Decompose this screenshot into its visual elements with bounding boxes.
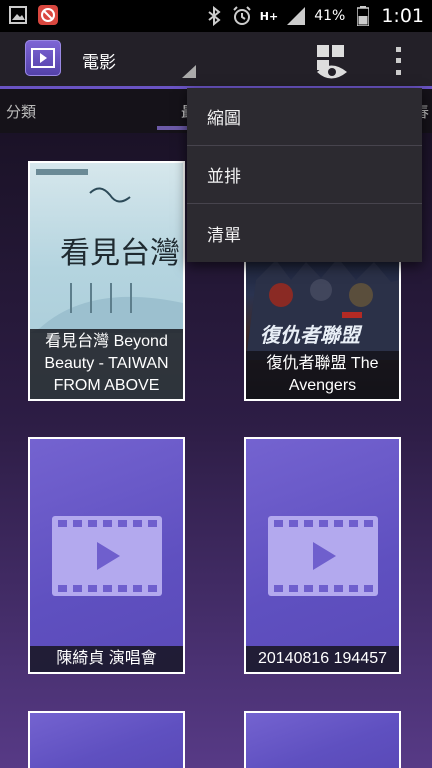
video-title: 復仇者聯盟 The Avengers [246, 351, 399, 399]
video-thumbnail-icon [268, 516, 378, 596]
poster-title-text: 看見台灣 [60, 236, 180, 271]
poster-artwork: 復仇者聯盟 [246, 258, 399, 360]
battery-icon [353, 6, 373, 26]
battery-percent: 41% [314, 8, 346, 24]
video-card-taiwan[interactable]: 看見台灣 看見台灣 Beyond Beauty - TAIWAN FROM AB… [28, 161, 185, 401]
menu-item-list[interactable]: 清單 [187, 204, 422, 262]
video-card-partial[interactable] [28, 711, 185, 768]
poster-artwork: 看見台灣 [30, 169, 183, 333]
video-card-concert[interactable]: 陳綺貞 演唱會 [28, 437, 185, 674]
video-title: 20140816 194457 [246, 646, 399, 672]
action-bar: 電影 [0, 32, 432, 88]
bluetooth-icon [204, 6, 224, 26]
network-type-label: H+ [259, 9, 279, 23]
title-dropdown-icon[interactable] [182, 65, 196, 78]
video-title: 看見台灣 Beyond Beauty - TAIWAN FROM ABOVE [30, 329, 183, 399]
video-card-partial[interactable] [244, 711, 401, 768]
video-card-avengers[interactable]: 復仇者聯盟 復仇者聯盟 The Avengers [244, 248, 401, 401]
signal-icon [286, 6, 306, 26]
tab-category[interactable]: 分類 [6, 101, 36, 122]
gallery-icon [8, 5, 28, 25]
overflow-menu-icon[interactable] [388, 44, 408, 78]
video-title: 陳綺貞 演唱會 [30, 646, 183, 672]
video-app-icon[interactable] [25, 40, 61, 76]
alarm-icon [232, 6, 252, 26]
view-mode-menu: 縮圖 並排 清單 [187, 88, 422, 262]
poster-title-text: 復仇者聯盟 [260, 323, 363, 347]
status-bar: H+ 41% 1:01 [0, 0, 432, 32]
menu-item-thumbnail[interactable]: 縮圖 [187, 88, 422, 146]
menu-item-side-by-side[interactable]: 並排 [187, 146, 422, 204]
view-mode-icon[interactable] [311, 43, 351, 81]
clock: 1:01 [381, 5, 424, 27]
page-title[interactable]: 電影 [82, 48, 116, 73]
video-card-recording[interactable]: 20140816 194457 [244, 437, 401, 674]
notification-app-icon [38, 5, 58, 25]
video-thumbnail-icon [52, 516, 162, 596]
